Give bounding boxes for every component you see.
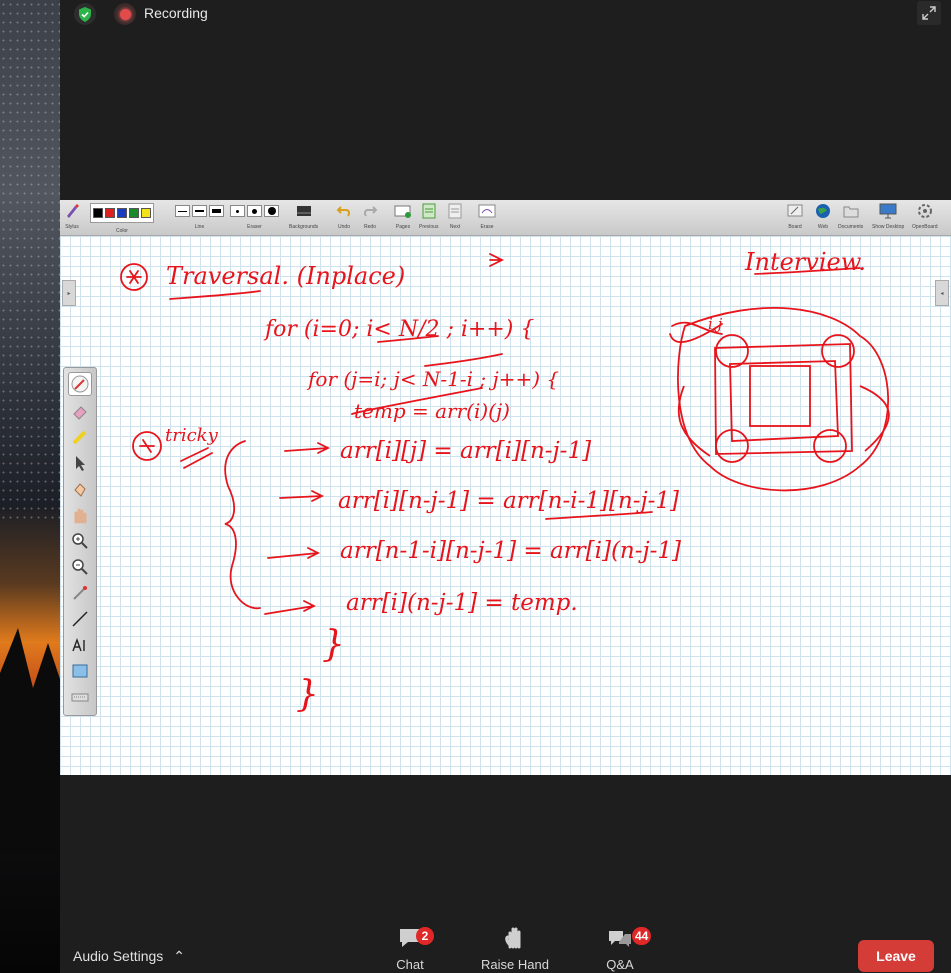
previous-icon	[422, 203, 436, 219]
redo-icon	[362, 203, 378, 219]
whiteboard-canvas[interactable]: ▸ ◂ Traversal. (Inplace) Interview. for …	[60, 236, 951, 775]
toolbar-previous[interactable]: Previous	[419, 203, 438, 230]
eraser-size-icon	[230, 203, 279, 219]
toolbar-web[interactable]: Web	[815, 203, 831, 230]
raise-hand-button[interactable]: Raise Hand	[475, 925, 555, 972]
next-icon	[448, 203, 462, 219]
toolbar-show-desktop[interactable]: Show Desktop	[872, 203, 904, 230]
code-line-4: arr[i](n-j-1] = temp.	[346, 590, 578, 616]
backgrounds-icon	[296, 203, 312, 219]
audio-settings-label: Audio Settings	[73, 948, 164, 964]
board-icon	[787, 203, 803, 219]
heading-text: Traversal. (Inplace)	[166, 262, 405, 290]
chevron-up-icon: ⌃	[173, 948, 185, 964]
recording-label: Recording	[144, 5, 208, 21]
whiteboard-drawing: Traversal. (Inplace) Interview. for (i=0…	[120, 248, 890, 715]
raise-hand-icon	[505, 927, 521, 949]
color-blue[interactable]	[117, 208, 127, 218]
tricky-text: tricky	[165, 425, 219, 446]
color-yellow[interactable]	[141, 208, 151, 218]
whiteboard-toolbar: Stylus Color Line Eraser Backgrounds Und…	[60, 200, 951, 236]
globe-icon	[815, 203, 831, 219]
qa-badge: 44	[632, 927, 652, 945]
security-shield-icon[interactable]	[74, 3, 96, 25]
toolbar-next[interactable]: Next	[448, 203, 462, 230]
temp-text: temp = arr(i)(j)	[354, 399, 510, 423]
toolbar-redo[interactable]: Redo	[362, 203, 378, 230]
openboard-icon	[917, 203, 933, 219]
documents-icon	[843, 203, 859, 219]
chat-button[interactable]: Chat 2	[370, 925, 450, 972]
fullscreen-icon[interactable]	[917, 1, 941, 25]
undo-icon	[336, 203, 352, 219]
toolbar-stylus[interactable]: Stylus	[64, 203, 80, 230]
color-red[interactable]	[105, 208, 115, 218]
shared-screen: Stylus Color Line Eraser Backgrounds Und…	[60, 200, 951, 775]
toolbar-line[interactable]: Line	[175, 203, 224, 230]
toolbar-undo[interactable]: Undo	[336, 203, 352, 230]
chat-badge: 2	[416, 927, 434, 945]
outer-loop-text: for (i=0; i< N/2 ; i++) {	[263, 317, 534, 342]
color-green[interactable]	[129, 208, 139, 218]
toolbar-documents[interactable]: Documents	[838, 203, 863, 230]
closing-brace-2: }	[296, 674, 319, 715]
color-black[interactable]	[93, 208, 103, 218]
toolbar-openboard[interactable]: OpenBoard	[912, 203, 938, 230]
interview-text: Interview.	[744, 248, 866, 276]
pages-icon	[394, 203, 412, 219]
meeting-controls-bar: Audio Settings ⌃ Chat 2 Raise Hand Q&A 4…	[60, 915, 951, 973]
audio-settings-button[interactable]: Audio Settings ⌃	[73, 948, 185, 965]
stylus-icon	[64, 203, 80, 219]
inner-loop-text: for (j=i; j< N-1-i ; j++) {	[306, 367, 559, 391]
color-swatches	[90, 203, 154, 223]
toolbar-eraser[interactable]: Eraser	[230, 203, 279, 230]
toolbar-color[interactable]: Color	[90, 203, 154, 234]
toolbar-erase[interactable]: Erase	[478, 203, 496, 230]
desktop-icon	[879, 203, 897, 219]
toolbar-backgrounds[interactable]: Backgrounds	[289, 203, 318, 230]
qa-button[interactable]: Q&A 44	[580, 925, 660, 972]
desktop-wallpaper	[0, 0, 60, 973]
closing-brace-1: }	[322, 624, 345, 665]
toolbar-pages[interactable]: Pages	[394, 203, 412, 230]
zoom-meeting-window: Recording Stylus Color Line Eraser Backg…	[60, 0, 951, 973]
erase-icon	[478, 203, 496, 219]
toolbar-board[interactable]: Board	[787, 203, 803, 230]
line-width-icon	[175, 203, 224, 219]
ij-text: i,j	[708, 315, 723, 333]
recording-indicator-icon[interactable]	[114, 3, 136, 25]
qa-icon	[609, 931, 631, 947]
code-line-3: arr[n-1-i][n-j-1] = arr[i](n-j-1]	[340, 538, 681, 564]
leave-button[interactable]: Leave	[858, 940, 934, 972]
code-line-2: arr[i][n-j-1] = arr[n-i-1][n-j-1]	[338, 488, 679, 514]
code-line-1: arr[i][j] = arr[i][n-j-1]	[340, 438, 591, 464]
meeting-top-bar: Recording	[60, 0, 951, 28]
